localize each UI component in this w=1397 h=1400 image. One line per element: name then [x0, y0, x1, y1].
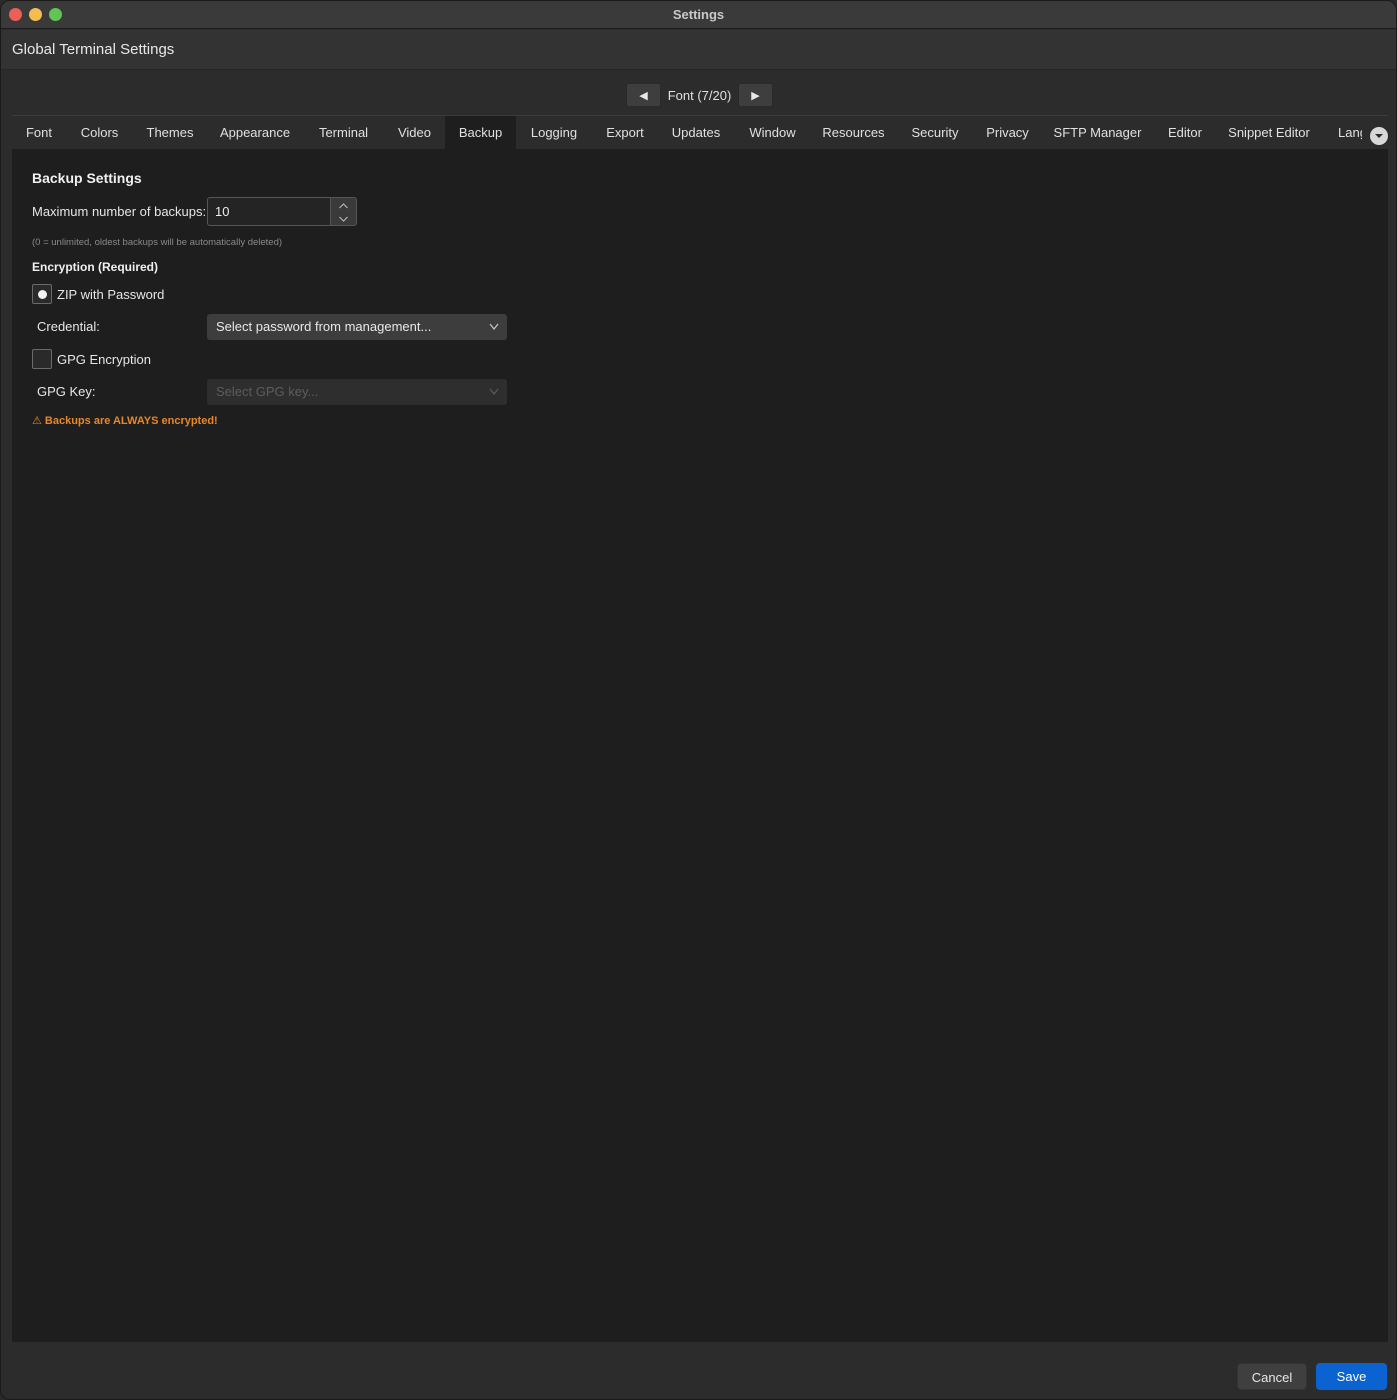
- tab-snippet-editor[interactable]: Snippet Editor: [1216, 116, 1322, 149]
- max-backups-label: Maximum number of backups:: [32, 204, 207, 219]
- credential-select-value: Select password from management...: [216, 319, 432, 334]
- chevron-down-icon: [339, 216, 348, 222]
- cancel-button[interactable]: Cancel: [1237, 1363, 1307, 1390]
- tab-language[interactable]: Lang: [1338, 116, 1362, 149]
- tab-logging[interactable]: Logging: [516, 116, 592, 149]
- increment-button[interactable]: [331, 199, 356, 212]
- tab-themes[interactable]: Themes: [133, 116, 207, 149]
- previous-tab-button[interactable]: ◀: [626, 83, 661, 107]
- encryption-title: Encryption (Required): [32, 260, 159, 274]
- next-tab-button[interactable]: ▶: [738, 83, 773, 107]
- zip-password-radio[interactable]: [32, 284, 52, 304]
- tab-overflow-button[interactable]: [1370, 127, 1388, 145]
- gpg-key-select-value: Select GPG key...: [216, 384, 319, 399]
- chevron-up-icon: [339, 202, 348, 208]
- page-title: Global Terminal Settings: [12, 41, 175, 58]
- tab-editor[interactable]: Editor: [1154, 116, 1216, 149]
- window-title: Settings: [672, 7, 725, 22]
- pager-label: Font (7/20): [667, 87, 732, 103]
- settings-window: Settings Global Terminal Settings ◀ Font…: [0, 0, 1397, 1400]
- tab-updates[interactable]: Updates: [658, 116, 734, 149]
- section-title: Backup Settings: [32, 170, 142, 186]
- title-bar: Settings: [1, 1, 1396, 29]
- max-backups-hint: (0 = unlimited, oldest backups will be a…: [32, 237, 283, 248]
- tab-pager: ◀ Font (7/20) ▶: [626, 83, 773, 107]
- gpg-encryption-checkbox[interactable]: [32, 349, 52, 369]
- save-button[interactable]: Save: [1316, 1363, 1387, 1390]
- zip-password-label[interactable]: ZIP with Password: [57, 287, 164, 302]
- max-backups-stepper: [330, 197, 357, 226]
- tab-window[interactable]: Window: [734, 116, 811, 149]
- tab-privacy[interactable]: Privacy: [974, 116, 1041, 149]
- gpg-encryption-label[interactable]: GPG Encryption: [57, 352, 151, 367]
- chevron-down-icon: [489, 388, 499, 395]
- tab-video[interactable]: Video: [384, 116, 445, 149]
- chevron-down-icon: [1375, 134, 1383, 138]
- decrement-button[interactable]: [331, 212, 356, 225]
- chevron-down-icon: [489, 323, 499, 330]
- credential-label: Credential:: [37, 319, 100, 334]
- tab-export[interactable]: Export: [592, 116, 658, 149]
- tab-appearance[interactable]: Appearance: [207, 116, 303, 149]
- max-backups-input[interactable]: [207, 197, 331, 226]
- credential-select[interactable]: Select password from management...: [207, 314, 507, 340]
- tab-sftp-manager[interactable]: SFTP Manager: [1041, 116, 1154, 149]
- tab-colors[interactable]: Colors: [66, 116, 133, 149]
- tab-security[interactable]: Security: [896, 116, 974, 149]
- gpg-key-select: Select GPG key...: [207, 379, 507, 405]
- tab-terminal[interactable]: Terminal: [303, 116, 384, 149]
- settings-tab-bar: Font Colors Themes Appearance Terminal V…: [12, 115, 1388, 149]
- tab-resources[interactable]: Resources: [811, 116, 896, 149]
- radio-selected-dot: [38, 290, 47, 299]
- tab-backup[interactable]: Backup: [445, 116, 516, 149]
- settings-header: Global Terminal Settings: [1, 30, 1396, 70]
- tab-font[interactable]: Font: [12, 116, 66, 149]
- gpg-key-label: GPG Key:: [37, 384, 96, 399]
- backup-settings-panel: Backup Settings Maximum number of backup…: [12, 149, 1388, 1342]
- encryption-warning: ⚠ Backups are ALWAYS encrypted!: [32, 415, 218, 427]
